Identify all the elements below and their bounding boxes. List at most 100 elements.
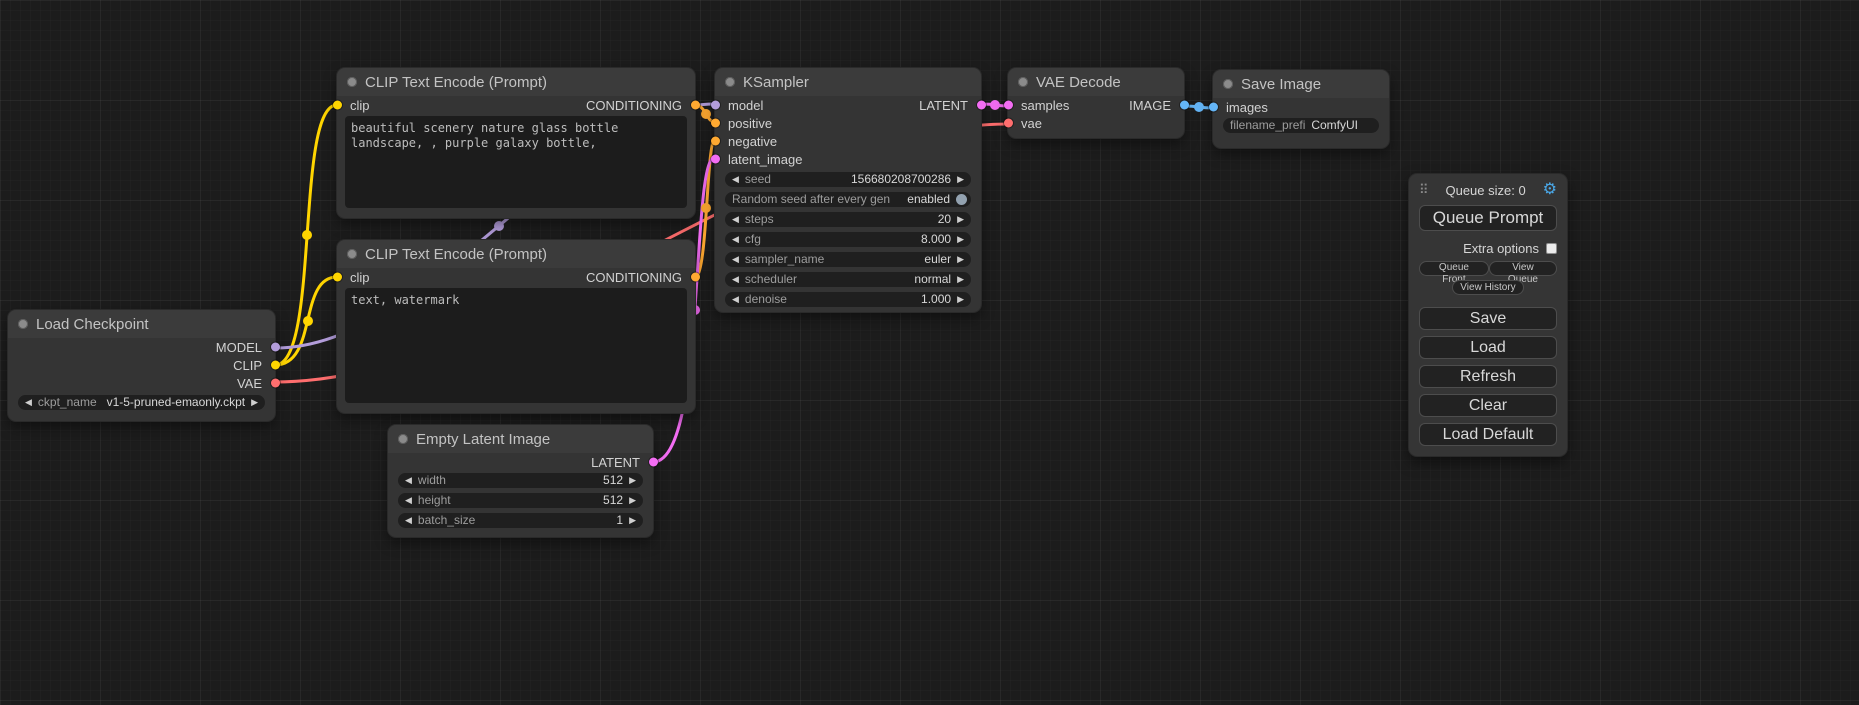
widget-label: ckpt_name — [38, 395, 97, 410]
output-dot-conditioning[interactable] — [691, 101, 700, 110]
decrement-icon[interactable]: ◀ — [405, 493, 412, 508]
prompt-textarea[interactable]: text, watermark — [345, 288, 687, 403]
queue-menu-panel: ⠿ Queue size: 0 ⚙ Queue Prompt Extra opt… — [1409, 174, 1567, 456]
increment-icon[interactable]: ▶ — [957, 232, 964, 247]
increment-icon[interactable]: ▶ — [957, 172, 964, 187]
decrement-icon[interactable]: ◀ — [732, 232, 739, 247]
view-queue-button[interactable]: View Queue — [1489, 261, 1557, 276]
widget-random-seed-toggle[interactable]: Random seed after every gen enabled — [725, 192, 971, 207]
increment-icon[interactable]: ▶ — [629, 493, 636, 508]
load-button[interactable]: Load — [1419, 336, 1557, 359]
node-ksampler[interactable]: KSampler model LATENT positive negative … — [715, 68, 981, 312]
collapse-dot[interactable] — [1018, 77, 1028, 87]
prompt-textarea[interactable]: beautiful scenery nature glass bottle la… — [345, 116, 687, 208]
node-title-bar[interactable]: Empty Latent Image — [388, 425, 653, 453]
input-label-model: model — [728, 98, 763, 113]
input-label-negative: negative — [728, 134, 777, 149]
collapse-dot[interactable] — [347, 249, 357, 259]
next-value-icon[interactable]: ▶ — [251, 395, 258, 410]
collapse-dot[interactable] — [347, 77, 357, 87]
node-empty-latent-image[interactable]: Empty Latent Image LATENT ◀ width 512 ▶ … — [388, 425, 653, 537]
collapse-dot[interactable] — [398, 434, 408, 444]
output-dot-latent[interactable] — [649, 458, 658, 467]
graph-canvas[interactable]: Load Checkpoint MODEL CLIP VAE ◀ ckpt_na… — [0, 0, 1859, 705]
widget-height[interactable]: ◀ height 512 ▶ — [398, 493, 643, 508]
prev-value-icon[interactable]: ◀ — [732, 252, 739, 267]
load-default-button[interactable]: Load Default — [1419, 423, 1557, 446]
node-vae-decode[interactable]: VAE Decode samples IMAGE vae — [1008, 68, 1184, 138]
input-dot-positive[interactable] — [711, 119, 720, 128]
next-value-icon[interactable]: ▶ — [957, 252, 964, 267]
node-save-image[interactable]: Save Image images filename_prefix ComfyU… — [1213, 70, 1389, 148]
prev-value-icon[interactable]: ◀ — [25, 395, 32, 410]
output-label-clip: CLIP — [233, 358, 262, 373]
decrement-icon[interactable]: ◀ — [732, 172, 739, 187]
drag-handle-icon[interactable]: ⠿ — [1419, 182, 1429, 198]
output-label-model: MODEL — [216, 340, 262, 355]
collapse-dot[interactable] — [18, 319, 28, 329]
input-dot-negative[interactable] — [711, 137, 720, 146]
collapse-dot[interactable] — [1223, 79, 1233, 89]
input-dot-vae[interactable] — [1004, 119, 1013, 128]
node-clip-text-encode-positive[interactable]: CLIP Text Encode (Prompt) clip CONDITION… — [337, 68, 695, 218]
output-label-image: IMAGE — [1129, 98, 1171, 113]
node-title-bar[interactable]: CLIP Text Encode (Prompt) — [337, 68, 695, 96]
widget-width[interactable]: ◀ width 512 ▶ — [398, 473, 643, 488]
refresh-button[interactable]: Refresh — [1419, 365, 1557, 388]
save-button[interactable]: Save — [1419, 307, 1557, 330]
input-label-vae: vae — [1021, 116, 1042, 131]
extra-options-checkbox[interactable] — [1546, 243, 1557, 254]
output-dot-model[interactable] — [271, 343, 280, 352]
widget-seed[interactable]: ◀ seed 156680208700286 ▶ — [725, 172, 971, 187]
queue-prompt-button[interactable]: Queue Prompt — [1419, 205, 1557, 231]
widget-label: filename_prefix — [1230, 118, 1305, 133]
output-dot-conditioning[interactable] — [691, 273, 700, 282]
widget-scheduler[interactable]: ◀ scheduler normal ▶ — [725, 272, 971, 287]
input-dot-clip[interactable] — [333, 101, 342, 110]
widget-value: enabled — [907, 192, 950, 207]
widget-batch-size[interactable]: ◀ batch_size 1 ▶ — [398, 513, 643, 528]
widget-value: euler — [924, 252, 951, 267]
input-dot-samples[interactable] — [1004, 101, 1013, 110]
node-title-bar[interactable]: KSampler — [715, 68, 981, 96]
node-title-bar[interactable]: Save Image — [1213, 70, 1389, 98]
view-history-button[interactable]: View History — [1452, 280, 1523, 295]
collapse-dot[interactable] — [725, 77, 735, 87]
input-dot-clip[interactable] — [333, 273, 342, 282]
increment-icon[interactable]: ▶ — [629, 513, 636, 528]
input-dot-latent-image[interactable] — [711, 155, 720, 164]
node-load-checkpoint[interactable]: Load Checkpoint MODEL CLIP VAE ◀ ckpt_na… — [8, 310, 275, 421]
node-title-bar[interactable]: CLIP Text Encode (Prompt) — [337, 240, 695, 268]
settings-gear-icon[interactable]: ⚙ — [1543, 182, 1557, 198]
output-dot-image[interactable] — [1180, 101, 1189, 110]
increment-icon[interactable]: ▶ — [957, 212, 964, 227]
widget-cfg[interactable]: ◀ cfg 8.000 ▶ — [725, 232, 971, 247]
increment-icon[interactable]: ▶ — [629, 473, 636, 488]
queue-front-button[interactable]: Queue Front — [1419, 261, 1489, 276]
increment-icon[interactable]: ▶ — [957, 292, 964, 307]
widget-ckpt-name[interactable]: ◀ ckpt_name v1-5-pruned-emaonly.ckpt ▶ — [18, 395, 265, 410]
widget-sampler-name[interactable]: ◀ sampler_name euler ▶ — [725, 252, 971, 267]
input-dot-images[interactable] — [1209, 103, 1218, 112]
slot-row: VAE — [8, 374, 275, 392]
widget-denoise[interactable]: ◀ denoise 1.000 ▶ — [725, 292, 971, 307]
prev-value-icon[interactable]: ◀ — [732, 272, 739, 287]
next-value-icon[interactable]: ▶ — [957, 272, 964, 287]
decrement-icon[interactable]: ◀ — [732, 212, 739, 227]
decrement-icon[interactable]: ◀ — [405, 473, 412, 488]
decrement-icon[interactable]: ◀ — [405, 513, 412, 528]
input-dot-model[interactable] — [711, 101, 720, 110]
output-dot-latent[interactable] — [977, 101, 986, 110]
node-clip-text-encode-negative[interactable]: CLIP Text Encode (Prompt) clip CONDITION… — [337, 240, 695, 413]
output-dot-clip[interactable] — [271, 361, 280, 370]
node-title-bar[interactable]: VAE Decode — [1008, 68, 1184, 96]
widget-filename-prefix[interactable]: filename_prefix ComfyUI — [1223, 118, 1379, 133]
toggle-knob[interactable] — [956, 194, 967, 205]
widget-value: 156680208700286 — [851, 172, 951, 187]
widget-steps[interactable]: ◀ steps 20 ▶ — [725, 212, 971, 227]
clear-button[interactable]: Clear — [1419, 394, 1557, 417]
queue-size-label: Queue size: 0 — [1429, 183, 1543, 198]
output-dot-vae[interactable] — [271, 379, 280, 388]
decrement-icon[interactable]: ◀ — [732, 292, 739, 307]
node-title-bar[interactable]: Load Checkpoint — [8, 310, 275, 338]
